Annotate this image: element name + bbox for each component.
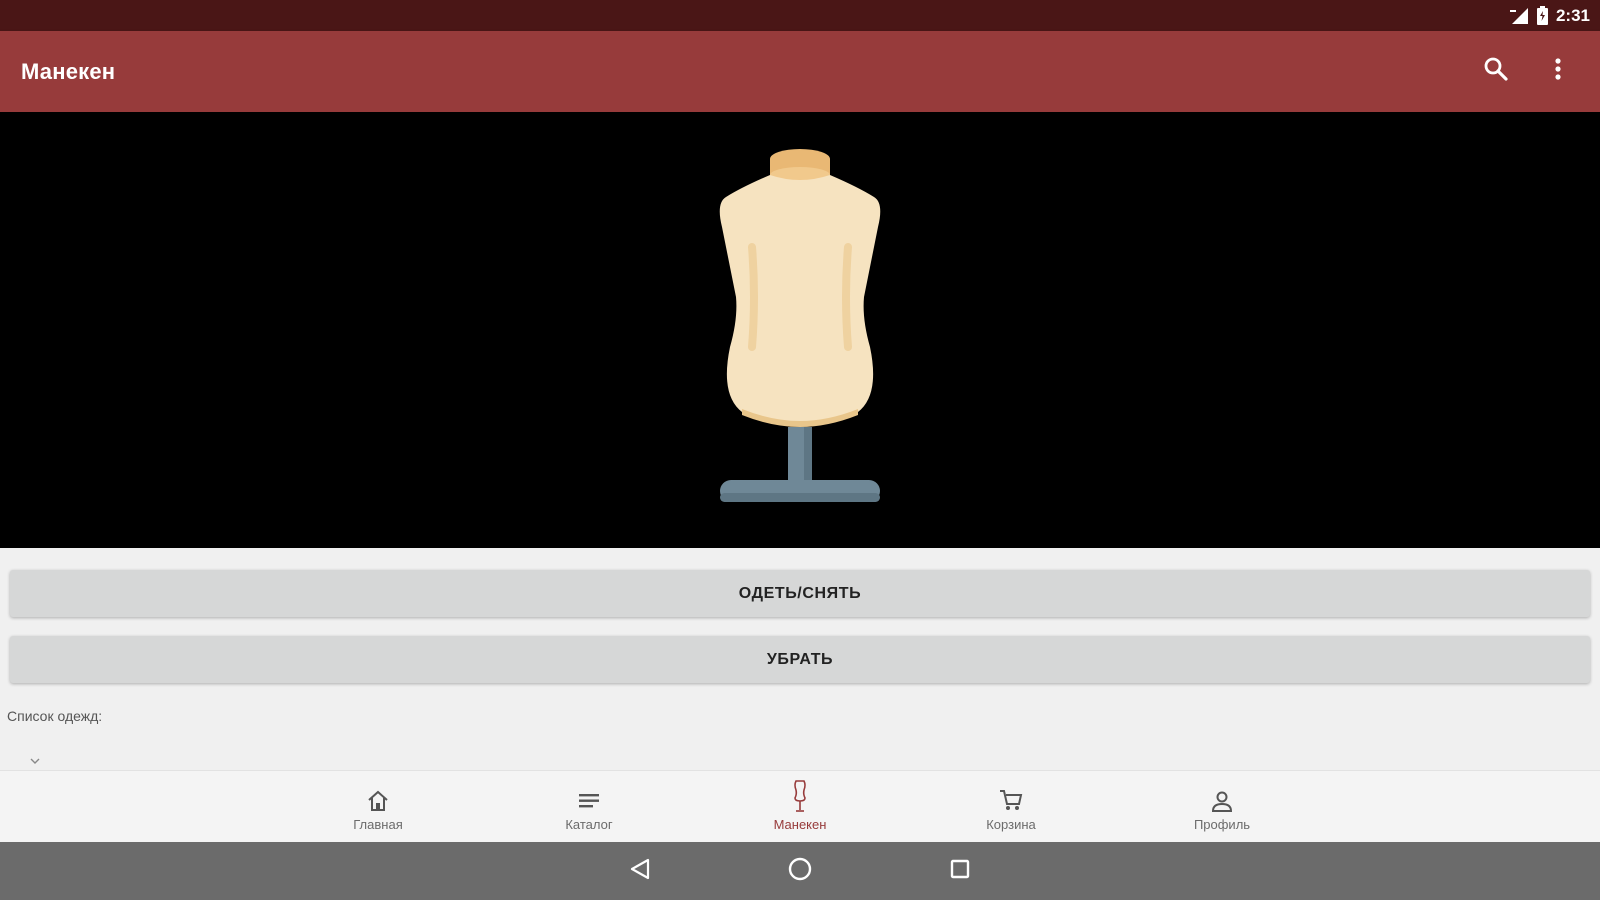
nav-item-mannequin[interactable]: Манекен: [740, 771, 860, 843]
home-button[interactable]: [770, 842, 830, 900]
app-bar-actions: [1480, 31, 1574, 112]
person-icon: [1210, 783, 1234, 813]
nav-item-cart[interactable]: Корзина: [951, 771, 1071, 843]
list-icon: [577, 783, 601, 813]
system-navigation-bar: [0, 842, 1600, 900]
search-icon: [1483, 56, 1509, 87]
home-circle-icon: [787, 856, 813, 887]
more-vert-icon: [1554, 57, 1562, 86]
bottom-navigation: Главная Каталог Манекен Корзина Профиль: [0, 770, 1600, 842]
nav-label-profile: Профиль: [1193, 816, 1251, 832]
nav-label-cart: Корзина: [986, 816, 1036, 832]
battery-icon: [1536, 6, 1548, 25]
status-icons: 2:31: [1509, 0, 1590, 31]
status-time: 2:31: [1555, 5, 1590, 25]
clothes-list[interactable]: [30, 756, 40, 767]
nav-item-catalog[interactable]: Каталог: [529, 771, 649, 843]
page-title: Манекен: [21, 59, 116, 84]
recents-icon: [948, 857, 972, 886]
dress-undress-button[interactable]: ОДЕТЬ/СНЯТЬ: [10, 570, 1590, 617]
signal-icon: [1509, 7, 1529, 25]
recents-button[interactable]: [930, 842, 990, 900]
nav-label-mannequin: Манекен: [773, 816, 827, 832]
overflow-menu-button[interactable]: [1542, 52, 1574, 92]
mannequin-icon: [790, 779, 810, 813]
back-icon: [628, 857, 652, 886]
nav-label-home: Главная: [353, 816, 403, 832]
home-icon: [366, 783, 390, 813]
app-bar: Манекен: [0, 31, 1600, 112]
nav-label-catalog: Каталог: [565, 816, 613, 832]
nav-item-profile[interactable]: Профиль: [1162, 771, 1282, 843]
status-bar: 2:31: [0, 0, 1600, 31]
back-button[interactable]: [610, 842, 670, 900]
cart-icon: [998, 783, 1024, 813]
mannequin-viewer[interactable]: [0, 112, 1600, 548]
actions-panel: ОДЕТЬ/СНЯТЬ УБРАТЬ Список одежд:: [0, 548, 1600, 770]
list-marker-icon: [30, 756, 40, 767]
clothes-list-label: Список одежд:: [7, 708, 103, 724]
search-button[interactable]: [1480, 52, 1512, 92]
mannequin-image: [719, 149, 881, 502]
remove-button[interactable]: УБРАТЬ: [10, 636, 1590, 683]
nav-item-home[interactable]: Главная: [318, 771, 438, 843]
